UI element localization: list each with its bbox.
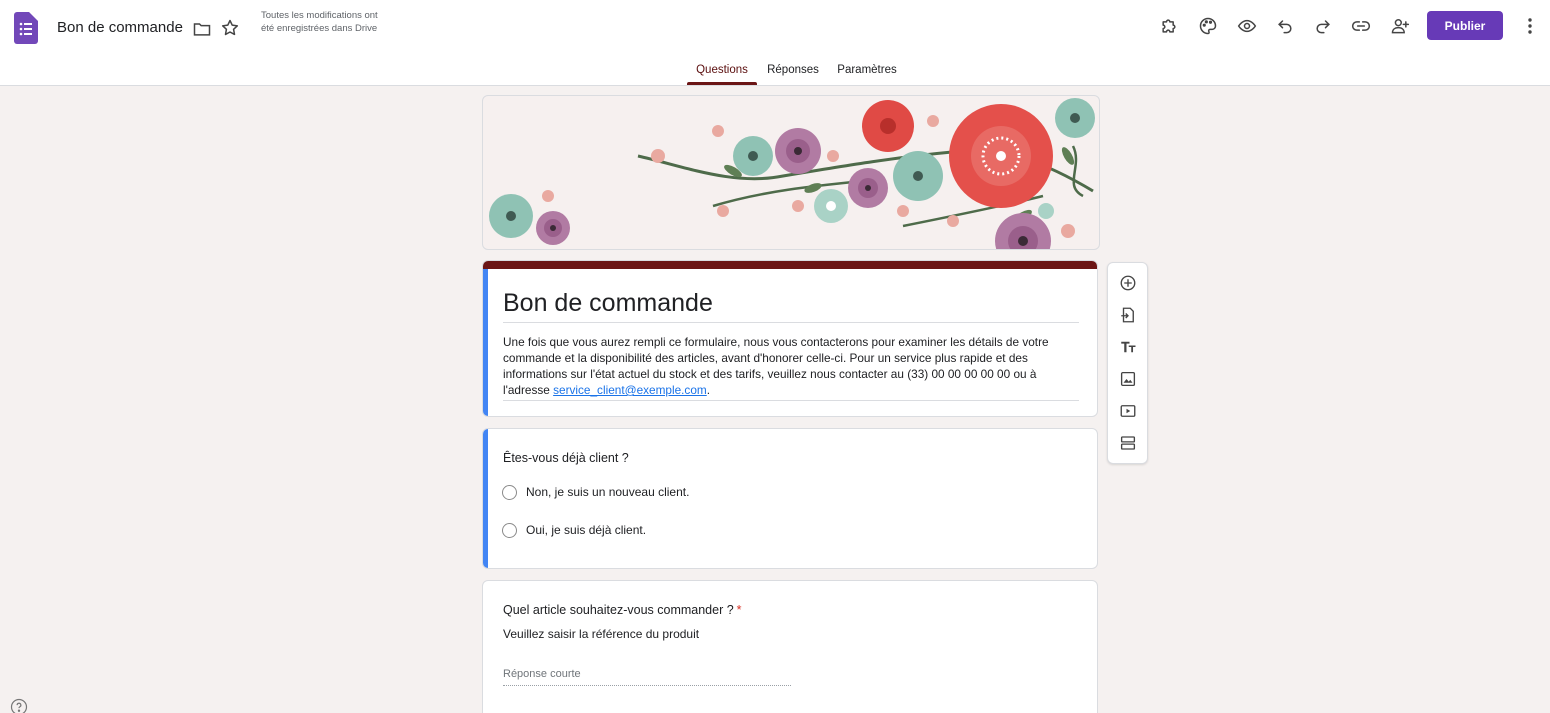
publish-button[interactable]: Publier [1427,11,1503,40]
preview-icon[interactable] [1235,14,1259,38]
question-card-2[interactable]: Quel article souhaitez-vous commander ? *… [482,580,1098,713]
radio-button[interactable] [502,484,517,500]
form-title-card[interactable]: Bon de commande Une fois que vous aurez … [482,260,1098,417]
radio-option[interactable]: Oui, je suis déjà client. [502,521,646,539]
question-card-1[interactable]: Êtes-vous déjà client ? Non, je suis un … [482,428,1098,569]
forms-logo-icon[interactable] [14,12,38,44]
form-description-end: . [706,383,711,397]
add-title-icon[interactable] [1118,337,1138,357]
form-title[interactable]: Bon de commande [503,288,1079,323]
add-collaborator-icon[interactable] [1388,14,1412,38]
tab-questions[interactable]: Questions [687,56,757,86]
tab-bar: Questions Réponses Paramètres [0,56,1550,86]
required-marker: * [736,603,742,617]
document-title[interactable]: Bon de commande [57,19,183,37]
tab-responses[interactable]: Réponses [762,56,824,86]
radio-button[interactable] [502,522,517,538]
folder-icon[interactable] [192,19,212,39]
radio-option-label: Oui, je suis déjà client. [526,523,647,537]
question-description: Veuillez saisir la référence du produit [503,627,700,641]
undo-icon[interactable] [1273,14,1297,38]
email-link[interactable]: service_client@exemple.com [553,383,707,397]
header-banner-image [482,95,1100,250]
import-questions-icon[interactable] [1118,305,1138,325]
redo-icon[interactable] [1311,14,1335,38]
more-options-icon[interactable] [1520,14,1540,38]
radio-option[interactable]: Non, je suis un nouveau client. [502,483,689,501]
link-icon[interactable] [1349,14,1373,38]
active-card-indicator [483,269,488,416]
add-section-icon[interactable] [1118,433,1138,453]
top-bar: Bon de commande Toutes les modifications… [0,0,1550,86]
add-question-icon[interactable] [1118,273,1138,293]
question-title[interactable]: Êtes-vous déjà client ? [503,451,629,465]
add-video-icon[interactable] [1118,401,1138,421]
radio-option-label: Non, je suis un nouveau client. [526,485,690,499]
question-title-text: Quel article souhaitez-vous commander ? [503,603,734,617]
short-answer-field: Réponse courte [503,668,791,686]
form-description[interactable]: Une fois que vous aurez rempli ce formul… [503,334,1079,401]
help-icon[interactable] [10,698,28,713]
star-icon[interactable] [220,18,240,38]
tab-settings[interactable]: Paramètres [832,56,902,86]
palette-icon[interactable] [1196,14,1220,38]
question-toolbar [1107,262,1148,464]
add-image-icon[interactable] [1118,369,1138,389]
addons-icon[interactable] [1157,14,1181,38]
active-card-indicator [483,429,488,568]
save-status: Toutes les modifications ont été enregis… [261,10,378,34]
theme-color-band [483,261,1097,269]
question-title[interactable]: Quel article souhaitez-vous commander ? * [503,603,742,617]
